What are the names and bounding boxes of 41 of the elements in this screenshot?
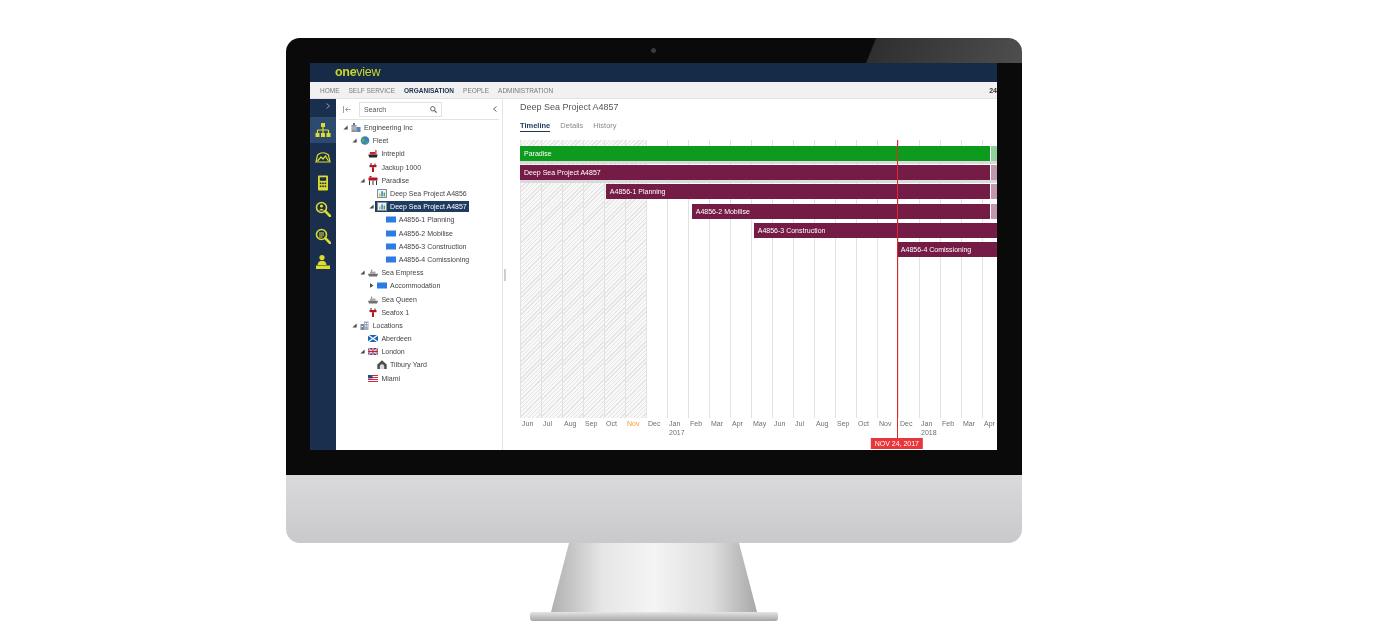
ship-icon bbox=[368, 149, 379, 159]
oil-rig-icon bbox=[368, 162, 379, 172]
calculator-icon bbox=[315, 174, 331, 191]
search-icon[interactable] bbox=[430, 105, 437, 113]
buildings-icon bbox=[359, 320, 370, 330]
chart-icon bbox=[377, 189, 388, 199]
caret-right-icon[interactable] bbox=[369, 283, 375, 289]
person-search-icon bbox=[315, 201, 331, 218]
flag-icon bbox=[368, 347, 379, 357]
house-icon bbox=[377, 360, 388, 370]
logo: oneview bbox=[335, 66, 381, 79]
arrow-bar-icon[interactable] bbox=[343, 105, 351, 113]
caret-down-icon[interactable] bbox=[351, 138, 357, 144]
camera-icon bbox=[651, 48, 656, 53]
panel-title: Deep Sea Project A4857 bbox=[520, 102, 620, 113]
chevron-right-icon[interactable] bbox=[326, 103, 330, 109]
globe-icon bbox=[359, 136, 370, 146]
ship-icon bbox=[368, 294, 379, 304]
flag-icon bbox=[368, 373, 379, 383]
record-search-icon bbox=[315, 227, 331, 244]
caret-down-icon[interactable] bbox=[360, 177, 366, 183]
oil-rig-icon bbox=[368, 307, 379, 317]
caret-down-icon[interactable] bbox=[351, 322, 357, 328]
platform-icon bbox=[368, 175, 379, 185]
person-desk-icon bbox=[315, 254, 331, 271]
building-icon bbox=[351, 123, 361, 133]
tile-icon bbox=[385, 241, 396, 251]
chevron-left-icon[interactable] bbox=[493, 106, 497, 112]
hierarchy-icon bbox=[315, 122, 331, 139]
caret-down-icon[interactable] bbox=[343, 125, 348, 131]
chart-icon bbox=[377, 202, 388, 212]
tile-icon bbox=[377, 281, 388, 291]
tile-icon bbox=[385, 254, 396, 264]
ship-icon bbox=[368, 268, 379, 278]
tile-icon bbox=[385, 215, 396, 225]
caret-down-icon[interactable] bbox=[360, 270, 366, 276]
splitter-handle[interactable] bbox=[503, 268, 506, 281]
caret-down-icon[interactable] bbox=[369, 204, 375, 210]
tile-icon bbox=[385, 228, 396, 238]
flag-icon bbox=[368, 334, 379, 344]
caret-down-icon[interactable] bbox=[360, 349, 366, 355]
